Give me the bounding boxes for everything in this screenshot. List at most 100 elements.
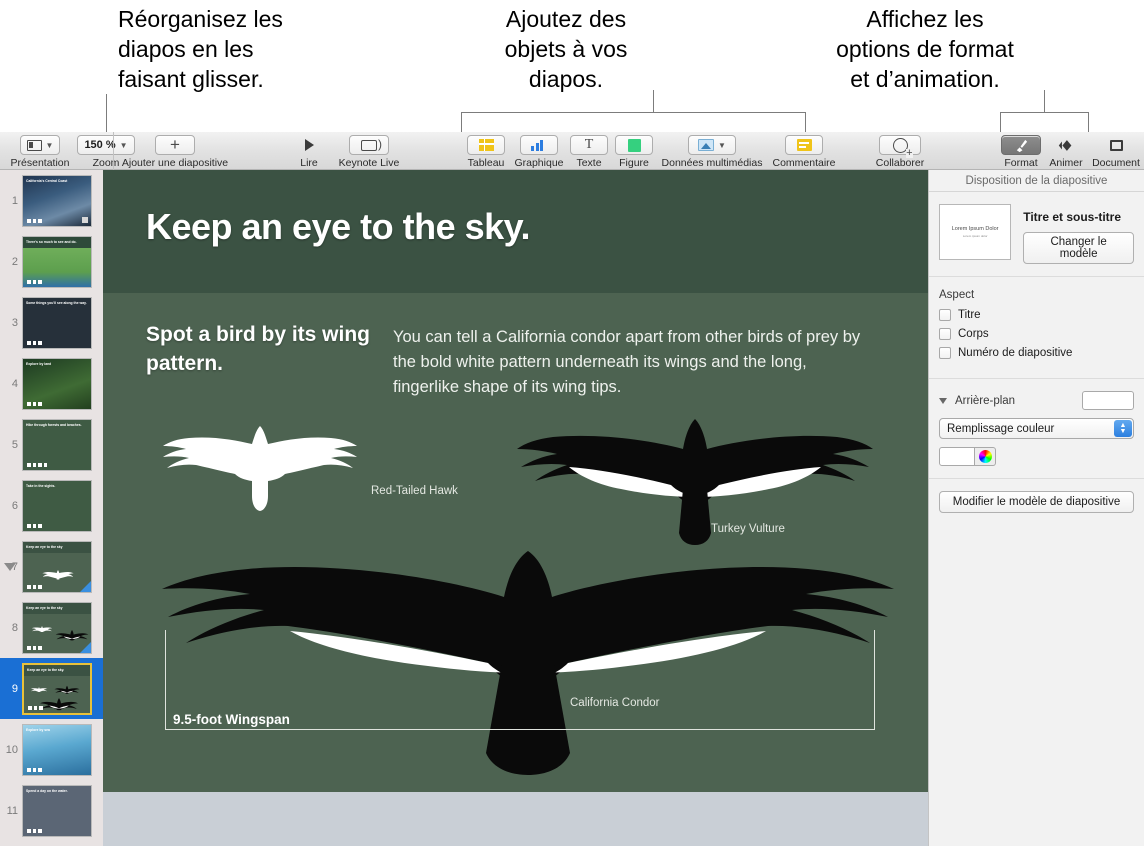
insert-chart-label: Graphique — [514, 157, 564, 169]
navigator-slide-thumbnail[interactable]: Keep an eye to the sky — [22, 601, 92, 654]
navigator-slide-2[interactable]: 2 There's so much to see and do. — [0, 231, 103, 292]
play-button[interactable]: Lire — [285, 132, 333, 169]
format-panel-button-box[interactable] — [1001, 135, 1041, 155]
appearance-title: Aspect — [939, 289, 975, 301]
insert-comment-button-box[interactable] — [785, 135, 823, 155]
navigator-slide-10[interactable]: 10 Explore by sea — [0, 719, 103, 780]
format-panel-button[interactable]: Format — [998, 132, 1044, 169]
change-master-button[interactable]: Changer le modèle — [1023, 232, 1134, 264]
view-button[interactable]: ▼ Présentation — [8, 132, 72, 169]
insert-chart-button[interactable]: Graphique — [510, 132, 568, 169]
red-tailed-hawk-silhouette[interactable] — [155, 418, 365, 513]
navigator-slide-4[interactable]: 4 Explore by land — [0, 353, 103, 414]
slide-group-disclosure-icon[interactable] — [4, 562, 16, 571]
navigator-slide-5[interactable]: 5 Hike through forests and beaches. — [0, 414, 103, 475]
checkbox-slide-number-label: Numéro de diapositive — [958, 347, 1073, 359]
background-fill-select[interactable]: Remplissage couleur ▲ ▼ — [939, 418, 1134, 439]
slide-title-text[interactable]: Keep an eye to the sky. — [146, 206, 531, 248]
view-button-box[interactable]: ▼ — [19, 135, 61, 155]
media-image-icon — [698, 139, 715, 151]
navigator-slide-number: 3 — [11, 316, 18, 329]
navigator-slide-11[interactable]: 11 Spend a day on the water. — [0, 780, 103, 841]
insert-comment-button[interactable]: Commentaire — [766, 132, 842, 169]
navigator-slide-thumbnail[interactable]: There's so much to see and do. — [22, 235, 92, 288]
collaborate-label: Collaborer — [875, 157, 925, 169]
insert-media-button-box[interactable]: ▼ — [688, 135, 736, 155]
thumbnail-title: Hike through forests and beaches. — [26, 422, 82, 427]
navigator-slide-6[interactable]: 6 Take in the sights. — [0, 475, 103, 536]
insert-text-button-box[interactable]: T — [570, 135, 608, 155]
leader-bracket-format — [1000, 112, 1088, 113]
turkey-vulture-silhouette[interactable] — [513, 415, 878, 545]
navigator-slide-number: 2 — [11, 255, 18, 268]
collaborate-button[interactable]: Collaborer — [868, 132, 932, 169]
layout-thumb-subtitle: Lorem ipsum dolor — [962, 234, 988, 238]
insert-chart-button-box[interactable] — [520, 135, 558, 155]
navigator-slide-8[interactable]: 8 Keep an eye to the sky — [0, 597, 103, 658]
add-slide-button[interactable]: + Ajouter une diapositive — [120, 132, 230, 169]
navigator-slide-thumbnail[interactable]: Hike through forests and beaches. — [22, 418, 92, 471]
checkbox-row-slide-number[interactable]: Numéro de diapositive — [939, 347, 1134, 359]
navigator-slide-thumbnail[interactable]: Explore by land — [22, 357, 92, 410]
navigator-slide-thumbnail[interactable]: Spend a day on the water. — [22, 784, 92, 837]
document-panel-button-box[interactable] — [1096, 135, 1136, 155]
thumbnail-build-indicators — [27, 768, 42, 772]
insert-shape-button[interactable]: Figure — [610, 132, 658, 169]
insert-table-button[interactable]: Tableau — [462, 132, 510, 169]
navigator-slide-1[interactable]: 1 California's Central Coast — [0, 170, 103, 231]
navigator-slide-9[interactable]: 9 Keep an eye to the sky. — [0, 658, 103, 719]
navigator-slide-thumbnail[interactable]: Take in the sights. — [22, 479, 92, 532]
animate-panel-button-box[interactable] — [1046, 135, 1086, 155]
thumbnail-title: Take in the sights. — [26, 483, 56, 488]
leader-line-format — [1044, 90, 1045, 112]
thumbnail-title: There's so much to see and do. — [26, 239, 77, 244]
navigator-slide-thumbnail[interactable]: Some things you'll see along the way. — [22, 296, 92, 349]
background-fill-value: Remplissage couleur — [947, 422, 1055, 435]
navigator-slide-7[interactable]: 7 Keep an eye to the sky — [0, 536, 103, 597]
slide-body-text[interactable]: You can tell a California condor apart f… — [393, 325, 873, 400]
thumbnail-transition-marker — [80, 641, 91, 653]
insert-text-button[interactable]: T Texte — [568, 132, 610, 169]
disclosure-triangle-icon[interactable] — [939, 397, 947, 404]
table-icon — [478, 139, 494, 151]
background-color-swatch[interactable] — [939, 447, 975, 466]
thumbnail-build-indicators — [27, 829, 42, 833]
navigator-slide-thumbnail[interactable]: Explore by sea — [22, 723, 92, 776]
keynote-live-button-box[interactable] — [349, 135, 389, 155]
thumbnail-build-indicators — [27, 524, 42, 528]
play-button-box[interactable] — [294, 135, 324, 155]
slide-heading-text[interactable]: Spot a bird by its wing pattern. — [146, 320, 371, 378]
document-panel-label: Document — [1092, 157, 1140, 169]
insert-table-button-box[interactable] — [467, 135, 505, 155]
background-section: Arrière-plan Remplissage couleur ▲ ▼ — [929, 379, 1144, 479]
background-preview-well[interactable] — [1082, 391, 1134, 410]
slide-layout-thumbnail[interactable]: Lorem Ipsum Dolor Lorem ipsum dolor — [939, 204, 1012, 260]
navigator-slide-thumbnail[interactable]: Keep an eye to the sky — [22, 540, 92, 593]
thumbnail-build-indicators — [27, 219, 42, 223]
insert-shape-button-box[interactable] — [615, 135, 653, 155]
edit-master-button[interactable]: Modifier le modèle de diapositive — [939, 491, 1134, 513]
checkbox-row-body[interactable]: Corps — [939, 328, 1134, 340]
navigator-slide-3[interactable]: 3 Some things you'll see along the way. — [0, 292, 103, 353]
leader-bracket-left-format — [1000, 112, 1001, 132]
select-stepper-arrows[interactable]: ▲ ▼ — [1114, 420, 1132, 437]
add-slide-button-box[interactable]: + — [155, 135, 195, 155]
color-wheel-button[interactable] — [975, 447, 996, 466]
navigator-slide-thumbnail[interactable]: Keep an eye to the sky. — [22, 662, 92, 715]
checkbox-row-title[interactable]: Titre — [939, 309, 1134, 321]
zoom-label: Zoom — [92, 157, 120, 169]
checkbox-slide-number[interactable] — [939, 347, 951, 359]
insert-media-button[interactable]: ▼ Données multimédias — [658, 132, 766, 169]
thumbnail-build-indicators — [27, 341, 42, 345]
document-panel-button[interactable]: Document — [1088, 132, 1144, 169]
navigator-slide-thumbnail[interactable]: California's Central Coast — [22, 174, 92, 227]
navigator-slide-number: 5 — [11, 438, 18, 451]
checkbox-title[interactable] — [939, 309, 951, 321]
current-slide[interactable]: Keep an eye to the sky. Spot a bird by i… — [103, 170, 928, 792]
leader-bracket-right-add — [805, 112, 806, 132]
collaborate-button-box[interactable] — [879, 135, 921, 158]
animate-panel-button[interactable]: Animer — [1044, 132, 1088, 169]
checkbox-body[interactable] — [939, 328, 951, 340]
keynote-live-button[interactable]: Keynote Live — [333, 132, 405, 169]
slide-navigator[interactable]: 1 California's Central Coast 2 There's so m… — [0, 170, 103, 846]
